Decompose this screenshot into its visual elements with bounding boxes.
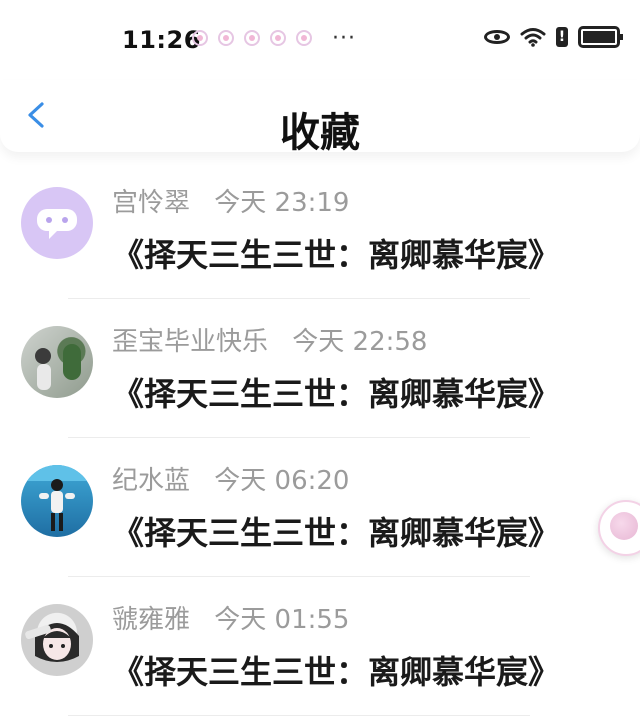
message-text: 《择天三生三世：离卿慕华宸》	[112, 653, 561, 691]
item-meta: 歪宝毕业快乐 今天 22:58	[112, 321, 427, 358]
list-item[interactable]: 歪宝毕业快乐 今天 22:58 《择天三生三世：离卿慕华宸》	[0, 299, 640, 438]
list-item[interactable]: 宫怜翠 今天 23:19 《择天三生三世：离卿慕华宸》	[0, 160, 640, 299]
message-text: 《择天三生三世：离卿慕华宸》	[112, 514, 561, 552]
more-icon: ···	[332, 26, 356, 51]
sender-name: 纪水蓝	[112, 466, 191, 496]
wifi-icon	[520, 28, 546, 47]
notification-icons	[192, 30, 312, 46]
heart-icon	[270, 30, 286, 46]
timestamp: 今天 06:20	[214, 466, 350, 496]
sender-name: 歪宝毕业快乐	[112, 327, 269, 357]
timestamp: 今天 22:58	[292, 327, 428, 357]
status-time: 11:26	[122, 26, 201, 54]
avatar[interactable]	[21, 465, 93, 537]
nav-header: 收藏	[0, 80, 640, 156]
sender-name: 虢雍雅	[112, 605, 191, 635]
avatar[interactable]	[21, 326, 93, 398]
eye-icon	[484, 30, 510, 44]
item-meta: 纪水蓝 今天 06:20	[112, 460, 349, 497]
person-photo	[35, 344, 81, 390]
message-text: 《择天三生三世：离卿慕华宸》	[112, 236, 561, 274]
person-photo	[21, 465, 93, 531]
timestamp: 今天 01:55	[214, 605, 350, 635]
status-bar: 11:26 ···	[0, 0, 640, 80]
item-meta: 宫怜翠 今天 23:19	[112, 182, 349, 219]
list-item[interactable]: 纪水蓝 今天 06:20 《择天三生三世：离卿慕华宸》	[0, 438, 640, 577]
sender-name: 宫怜翠	[112, 188, 191, 218]
message-text: 《择天三生三世：离卿慕华宸》	[112, 375, 561, 413]
alert-icon	[556, 27, 568, 47]
battery-icon	[578, 26, 623, 48]
favorites-list: 宫怜翠 今天 23:19 《择天三生三世：离卿慕华宸》 歪宝毕业快乐 今天 22…	[0, 160, 640, 716]
anime-boy-photo	[25, 623, 79, 662]
heart-icon	[192, 30, 208, 46]
avatar[interactable]	[21, 187, 93, 259]
list-item[interactable]: 虢雍雅 今天 01:55 《择天三生三世：离卿慕华宸》	[0, 577, 640, 716]
page-title: 收藏	[280, 110, 360, 156]
heart-icon	[244, 30, 260, 46]
status-right	[484, 26, 623, 48]
divider	[68, 715, 530, 716]
avatar[interactable]	[21, 604, 93, 676]
timestamp: 今天 23:19	[214, 188, 350, 218]
heart-icon	[218, 30, 234, 46]
heart-icon	[296, 30, 312, 46]
item-meta: 虢雍雅 今天 01:55	[112, 599, 349, 636]
chat-bubble-icon	[37, 209, 77, 239]
